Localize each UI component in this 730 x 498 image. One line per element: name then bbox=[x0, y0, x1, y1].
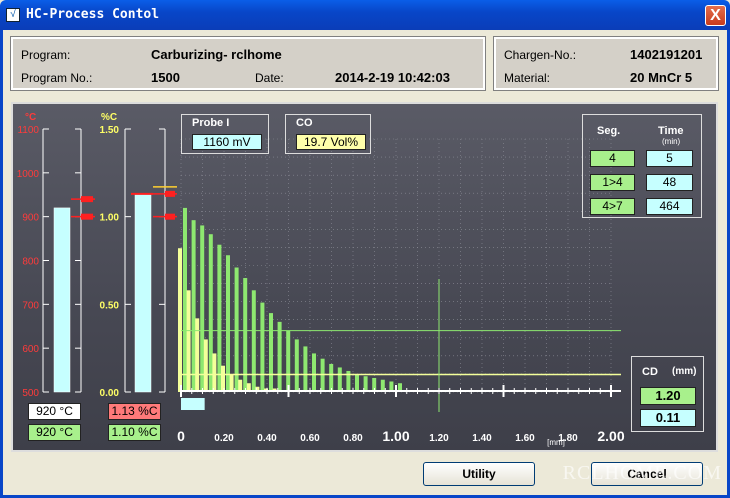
chargen-label: Chargen-No.: bbox=[504, 48, 577, 62]
profile-bar bbox=[355, 374, 359, 392]
profile-bar bbox=[294, 339, 299, 392]
program-no-value: 1500 bbox=[151, 70, 180, 85]
profile-bar bbox=[183, 207, 187, 392]
carbon-actual-readout: 1.13 %C bbox=[108, 403, 161, 420]
time-row-2: 48 bbox=[646, 174, 693, 191]
carbon-tick-label: 0.50 bbox=[100, 300, 120, 311]
profile-bar bbox=[329, 363, 334, 392]
cd-value-2: 0.11 bbox=[640, 409, 696, 427]
cd-box: CD (mm) 1.20 0.11 bbox=[631, 356, 704, 432]
temp-tick-label: 500 bbox=[22, 388, 39, 399]
x-tick-label: 1.20 bbox=[429, 433, 449, 444]
profile-bar bbox=[195, 318, 200, 392]
co-box: CO 19.7 Vol% bbox=[285, 114, 371, 154]
carbon-tick-label: 0.00 bbox=[100, 388, 120, 399]
cd-value-1: 1.20 bbox=[640, 387, 696, 405]
profile-bar bbox=[229, 374, 234, 392]
utility-button[interactable]: Utility bbox=[423, 462, 535, 486]
date-value: 2014-2-19 10:42:03 bbox=[335, 70, 450, 85]
profile-bar bbox=[269, 313, 273, 392]
close-button[interactable]: X bbox=[705, 5, 726, 26]
seg-row-2: 1>4 bbox=[590, 174, 635, 191]
charge-info-box: Chargen-No.: 1402191201 Material: 20 MnC… bbox=[493, 36, 719, 91]
carbon-tick-label: 1.50 bbox=[100, 125, 120, 136]
x-tick-label: 0.80 bbox=[343, 433, 363, 444]
chargen-value: 1402191201 bbox=[630, 47, 703, 62]
x-tick-label: 0.60 bbox=[300, 433, 320, 444]
profile-bar bbox=[178, 248, 182, 392]
profile-bar bbox=[234, 267, 239, 392]
x-tick-label: 2.00 bbox=[597, 428, 624, 444]
x-tick-label: 1.00 bbox=[382, 428, 409, 444]
title-bar: √ HC-Process Contol X bbox=[0, 0, 730, 30]
temp-unit: °C bbox=[25, 112, 36, 123]
cd-label: CD bbox=[642, 366, 658, 378]
temp-tick-label: 700 bbox=[22, 300, 39, 311]
profile-bar bbox=[277, 321, 282, 392]
carbon-gauge: %C 1.50 1.00 0.50 0.00 bbox=[100, 112, 177, 399]
profile-bar bbox=[260, 302, 265, 392]
date-label: Date: bbox=[255, 71, 284, 85]
x-tick-label: 0.40 bbox=[257, 433, 277, 444]
x-tick-label: 0 bbox=[177, 428, 185, 444]
temp-actual-readout: 920 °C bbox=[28, 403, 81, 420]
temperature-bar bbox=[53, 207, 71, 393]
seg-header: Seg. bbox=[597, 125, 621, 137]
profile-bar bbox=[320, 358, 325, 392]
temp-tick-label: 800 bbox=[22, 257, 39, 268]
x-tick-label: 1.40 bbox=[472, 433, 492, 444]
program-no-label: Program No.: bbox=[21, 71, 93, 85]
time-unit: (min) bbox=[662, 137, 681, 146]
temperature-gauge: °C 1100 1000 900 800 700 600 500 bbox=[17, 112, 95, 399]
x-tick-label: 1.60 bbox=[515, 433, 535, 444]
window-title: HC-Process Contol bbox=[26, 7, 160, 22]
profile-bar bbox=[251, 290, 256, 392]
co-value: 19.7 Vol% bbox=[296, 134, 366, 150]
material-value: 20 MnCr 5 bbox=[630, 70, 693, 85]
program-label: Program: bbox=[21, 48, 71, 62]
cd-unit: (mm) bbox=[672, 366, 697, 377]
temp-tick-label: 900 bbox=[22, 213, 39, 224]
probe-label: Probe I bbox=[192, 117, 230, 129]
program-value: Carburizing- rclhome bbox=[151, 47, 282, 62]
progress-indicator bbox=[181, 398, 205, 410]
time-row-1: 5 bbox=[646, 150, 693, 167]
x-unit-label: [mm] bbox=[547, 438, 565, 447]
segment-table: Seg. Time (min) 4 5 1>4 48 4>7 464 bbox=[582, 114, 702, 218]
profile-bar bbox=[303, 346, 308, 392]
profile-bar bbox=[186, 290, 191, 392]
profile-bar bbox=[200, 225, 205, 392]
app-icon: √ bbox=[6, 8, 20, 22]
temp-tick-label: 600 bbox=[22, 344, 39, 355]
carbon-set-readout: 1.10 %C bbox=[108, 424, 161, 441]
seg-row-3: 4>7 bbox=[590, 198, 635, 215]
profile-bar bbox=[226, 255, 230, 392]
co-label: CO bbox=[296, 117, 313, 129]
profile-bar bbox=[203, 339, 208, 392]
process-panel: °C 1100 1000 900 800 700 600 500 %C 1.50 1.00 0.… bbox=[11, 102, 718, 452]
profile-bar bbox=[191, 220, 196, 392]
carbon-unit: %C bbox=[101, 112, 117, 123]
profile-bar bbox=[337, 367, 342, 392]
profile-bar bbox=[217, 244, 222, 392]
profile-bar bbox=[208, 234, 213, 392]
seg-row-1: 4 bbox=[590, 150, 635, 167]
profile-bar bbox=[212, 353, 217, 392]
watermark: RCLHOME.COM bbox=[562, 462, 722, 484]
probe-box: Probe I 1160 mV bbox=[181, 114, 269, 154]
carbon-tick-label: 1.00 bbox=[100, 213, 120, 224]
x-tick-label: 0.20 bbox=[214, 433, 234, 444]
temp-tick-label: 1100 bbox=[17, 125, 39, 136]
probe-value: 1160 mV bbox=[192, 134, 262, 150]
temp-set-readout: 920 °C bbox=[28, 424, 81, 441]
material-label: Material: bbox=[504, 71, 551, 85]
carbon-bar bbox=[134, 193, 152, 393]
profile-bar bbox=[312, 353, 316, 392]
time-row-3: 464 bbox=[646, 198, 693, 215]
temp-tick-label: 1000 bbox=[17, 169, 40, 180]
program-info-box: Program: Carburizing- rclhome Program No… bbox=[10, 36, 486, 91]
profile-bar bbox=[286, 330, 291, 392]
time-header: Time bbox=[658, 125, 684, 137]
